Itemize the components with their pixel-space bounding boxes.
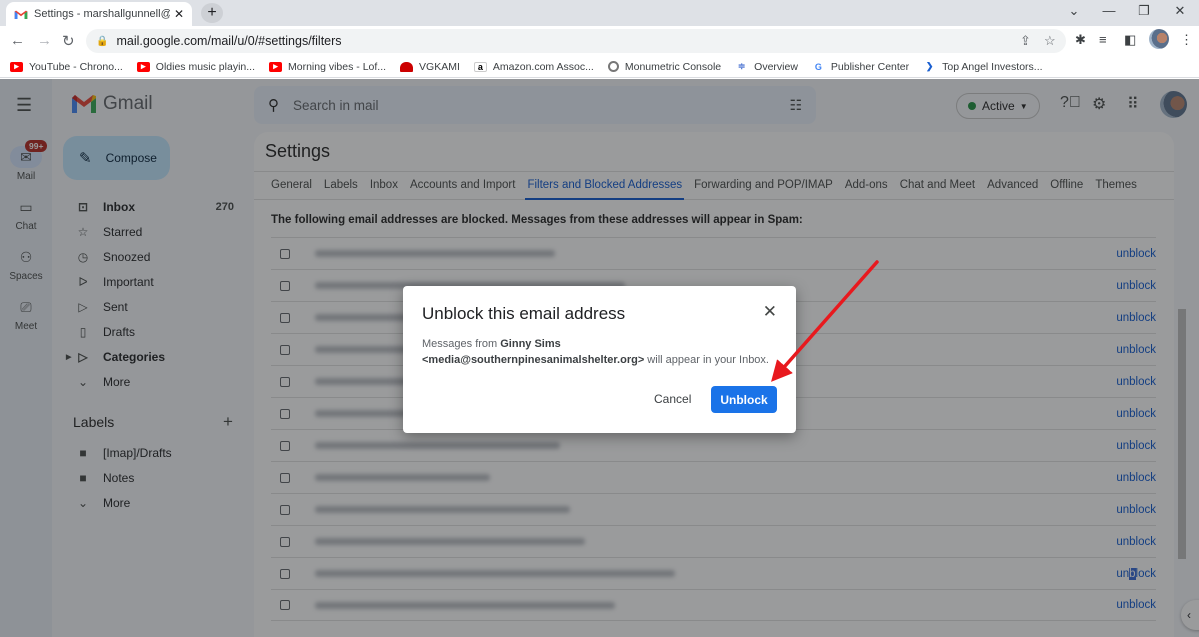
dialog-title: Unblock this email address: [422, 304, 626, 323]
window-close-icon[interactable]: ✕: [1170, 3, 1190, 19]
youtube-icon: ▸: [136, 61, 150, 72]
unblock-dialog: Unblock this email address ✕ Messages fr…: [403, 286, 796, 433]
youtube-icon: ▸: [269, 61, 282, 72]
browser-tab-strip: Settings - marshallgunnell@gmai ✕ + ⌄ — …: [0, 0, 1199, 26]
dialog-message: Messages from Ginny Sims <media@southern…: [422, 338, 769, 366]
restore-icon[interactable]: ❐: [1134, 3, 1154, 19]
google-icon: G: [814, 61, 822, 72]
bookmark-item[interactable]: a Amazon.com Assoc...: [473, 61, 594, 73]
bookmark-item[interactable]: ▸ Morning vibes - Lof...: [269, 61, 386, 73]
youtube-icon: ▸: [10, 61, 23, 72]
tab-search-icon[interactable]: ⌄: [1064, 3, 1084, 19]
share-icon[interactable]: ⇪: [1020, 33, 1031, 49]
bookmark-star-icon[interactable]: ☆: [1044, 33, 1056, 49]
bookmark-item[interactable]: ▸ Oldies music playin...: [136, 61, 255, 73]
bookmark-item[interactable]: ❯ Top Angel Investors...: [923, 61, 1043, 73]
bookmark-item[interactable]: ▸ YouTube - Chrono...: [10, 61, 123, 73]
close-icon[interactable]: ✕: [763, 302, 777, 322]
cancel-button[interactable]: Cancel: [654, 392, 691, 406]
reload-icon[interactable]: ↻: [62, 32, 75, 50]
overview-icon: ≑: [737, 61, 746, 71]
amazon-icon: a: [473, 61, 487, 72]
gmail-favicon-icon: [14, 10, 28, 19]
lock-icon: 🔒: [96, 35, 109, 47]
back-icon[interactable]: ←: [10, 32, 25, 49]
bookmark-item[interactable]: ≑ Overview: [735, 61, 798, 73]
angel-icon: ❯: [925, 61, 934, 71]
sender-email: <media@southernpinesanimalshelter.org>: [422, 354, 645, 366]
url-text: mail.google.com/mail/u/0/#settings/filte…: [116, 34, 342, 48]
forward-icon[interactable]: →: [37, 32, 52, 49]
side-panel-icon[interactable]: ◧: [1124, 32, 1136, 48]
browser-tab[interactable]: Settings - marshallgunnell@gmai ✕: [6, 2, 192, 26]
menu-icon[interactable]: ⋮: [1180, 32, 1193, 48]
tab-close-icon[interactable]: ✕: [174, 7, 184, 21]
sender-name: Ginny Sims: [500, 338, 561, 350]
extensions-icon[interactable]: ✱: [1075, 32, 1086, 48]
vgkami-icon: [400, 61, 414, 72]
minimize-icon[interactable]: —: [1099, 3, 1119, 18]
tab-title: Settings - marshallgunnell@gmai: [34, 8, 170, 20]
new-tab-button[interactable]: +: [201, 3, 223, 23]
bookmark-item[interactable]: Monumetric Console: [607, 61, 721, 73]
bookmark-item[interactable]: G Publisher Center: [812, 61, 909, 73]
monumetric-icon: [607, 61, 619, 72]
address-bar[interactable]: 🔒 mail.google.com/mail/u/0/#settings/fil…: [86, 29, 1066, 53]
browser-toolbar: ← → ↻ 🔒 mail.google.com/mail/u/0/#settin…: [0, 26, 1199, 56]
bookmarks-bar: ▸ YouTube - Chrono... ▸ Oldies music playi…: [0, 56, 1199, 78]
unblock-button[interactable]: Unblock: [711, 386, 777, 413]
profile-avatar[interactable]: [1149, 29, 1169, 49]
bookmark-item[interactable]: VGKAMI: [400, 61, 460, 73]
media-icon[interactable]: ≡: [1099, 32, 1107, 47]
